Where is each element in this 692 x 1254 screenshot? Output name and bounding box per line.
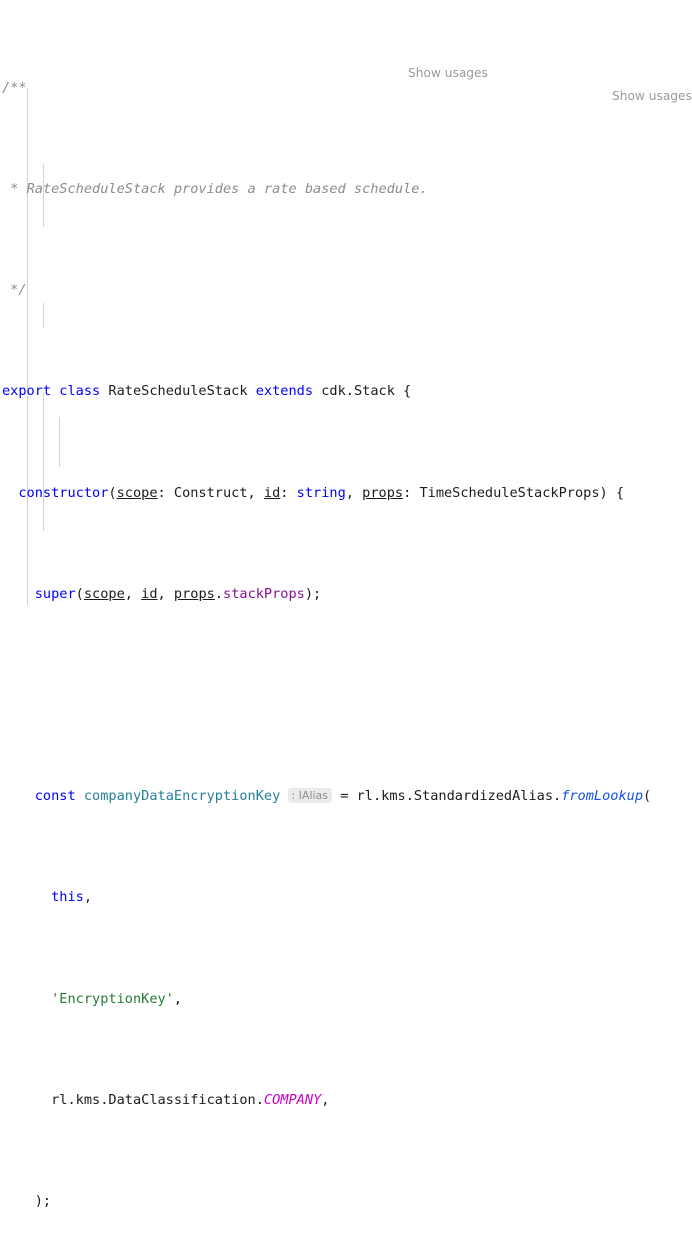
param-id-type: string	[296, 484, 346, 501]
keyword-super: super	[34, 585, 76, 602]
dataclassification-path: rl.kms.DataClassification.	[51, 1091, 264, 1108]
member-stackprops: stackProps	[223, 585, 305, 602]
comment-star: *	[2, 181, 27, 198]
constructor-keyword: constructor	[18, 484, 109, 501]
keyword-class: class	[59, 383, 101, 400]
superclass-name: cdk.Stack {	[321, 383, 412, 400]
code-line-3[interactable]: */	[0, 278, 692, 303]
code-line-11-dataclassification[interactable]: rl.kms.DataClassification.COMPANY,	[0, 1088, 692, 1113]
method-fromlookup: fromLookup	[561, 788, 644, 805]
code-line-9-this-arg[interactable]: this,	[0, 885, 692, 910]
code-line-8-const-encryptionkey[interactable]: const companyDataEncryptionKey : IAlias …	[0, 784, 692, 809]
code-content[interactable]: /** * RateScheduleStack provides a rate …	[0, 0, 692, 1254]
assignment-expression: = rl.kms.StandardizedAlias.	[332, 788, 562, 805]
code-editor[interactable]: /** * RateScheduleStack provides a rate …	[0, 0, 692, 1209]
identifier-companydataencryptionkey: companyDataEncryptionKey	[83, 788, 281, 805]
arg-props: props	[173, 585, 215, 602]
arg-scope: scope	[83, 585, 125, 602]
class-name: RateScheduleStack	[108, 383, 248, 400]
inlay-type-hint[interactable]: : IAlias	[288, 788, 333, 804]
code-line-4-class-declaration[interactable]: export class RateScheduleStack extends c…	[0, 379, 692, 404]
codelens-constructor-show-usages[interactable]: Show usages	[612, 89, 692, 103]
comment-block-close: */	[2, 282, 27, 299]
param-id: id	[263, 484, 281, 501]
param-scope: scope	[116, 484, 158, 501]
param-props-type: : TimeScheduleStackProps) {	[403, 484, 625, 501]
param-props: props	[362, 484, 404, 501]
keyword-const: const	[34, 788, 76, 805]
close-call: );	[34, 1192, 52, 1209]
code-line-12-close-paren[interactable]: );	[0, 1189, 692, 1214]
code-line-1[interactable]: /**	[0, 76, 692, 101]
code-line-2[interactable]: * RateScheduleStack provides a rate base…	[0, 177, 692, 202]
arg-id: id	[141, 585, 158, 602]
code-line-7-blank[interactable]	[0, 683, 692, 708]
keyword-export: export	[2, 383, 52, 400]
param-scope-type: : Construct,	[157, 484, 264, 501]
codelens-class-show-usages[interactable]: Show usages	[408, 66, 488, 80]
comment-block-open: /**	[2, 79, 27, 96]
code-line-6-super-call[interactable]: super(scope, id, props.stackProps);	[0, 582, 692, 607]
string-encryptionkey: 'EncryptionKey'	[51, 990, 174, 1007]
keyword-extends: extends	[255, 383, 314, 400]
code-line-10-string-arg[interactable]: 'EncryptionKey',	[0, 987, 692, 1012]
code-line-5-constructor-signature[interactable]: constructor(scope: Construct, id: string…	[0, 481, 692, 506]
constant-company: COMPANY	[263, 1091, 322, 1108]
keyword-this: this	[51, 889, 84, 906]
comment-text: RateScheduleStack provides a rate based …	[26, 181, 428, 198]
